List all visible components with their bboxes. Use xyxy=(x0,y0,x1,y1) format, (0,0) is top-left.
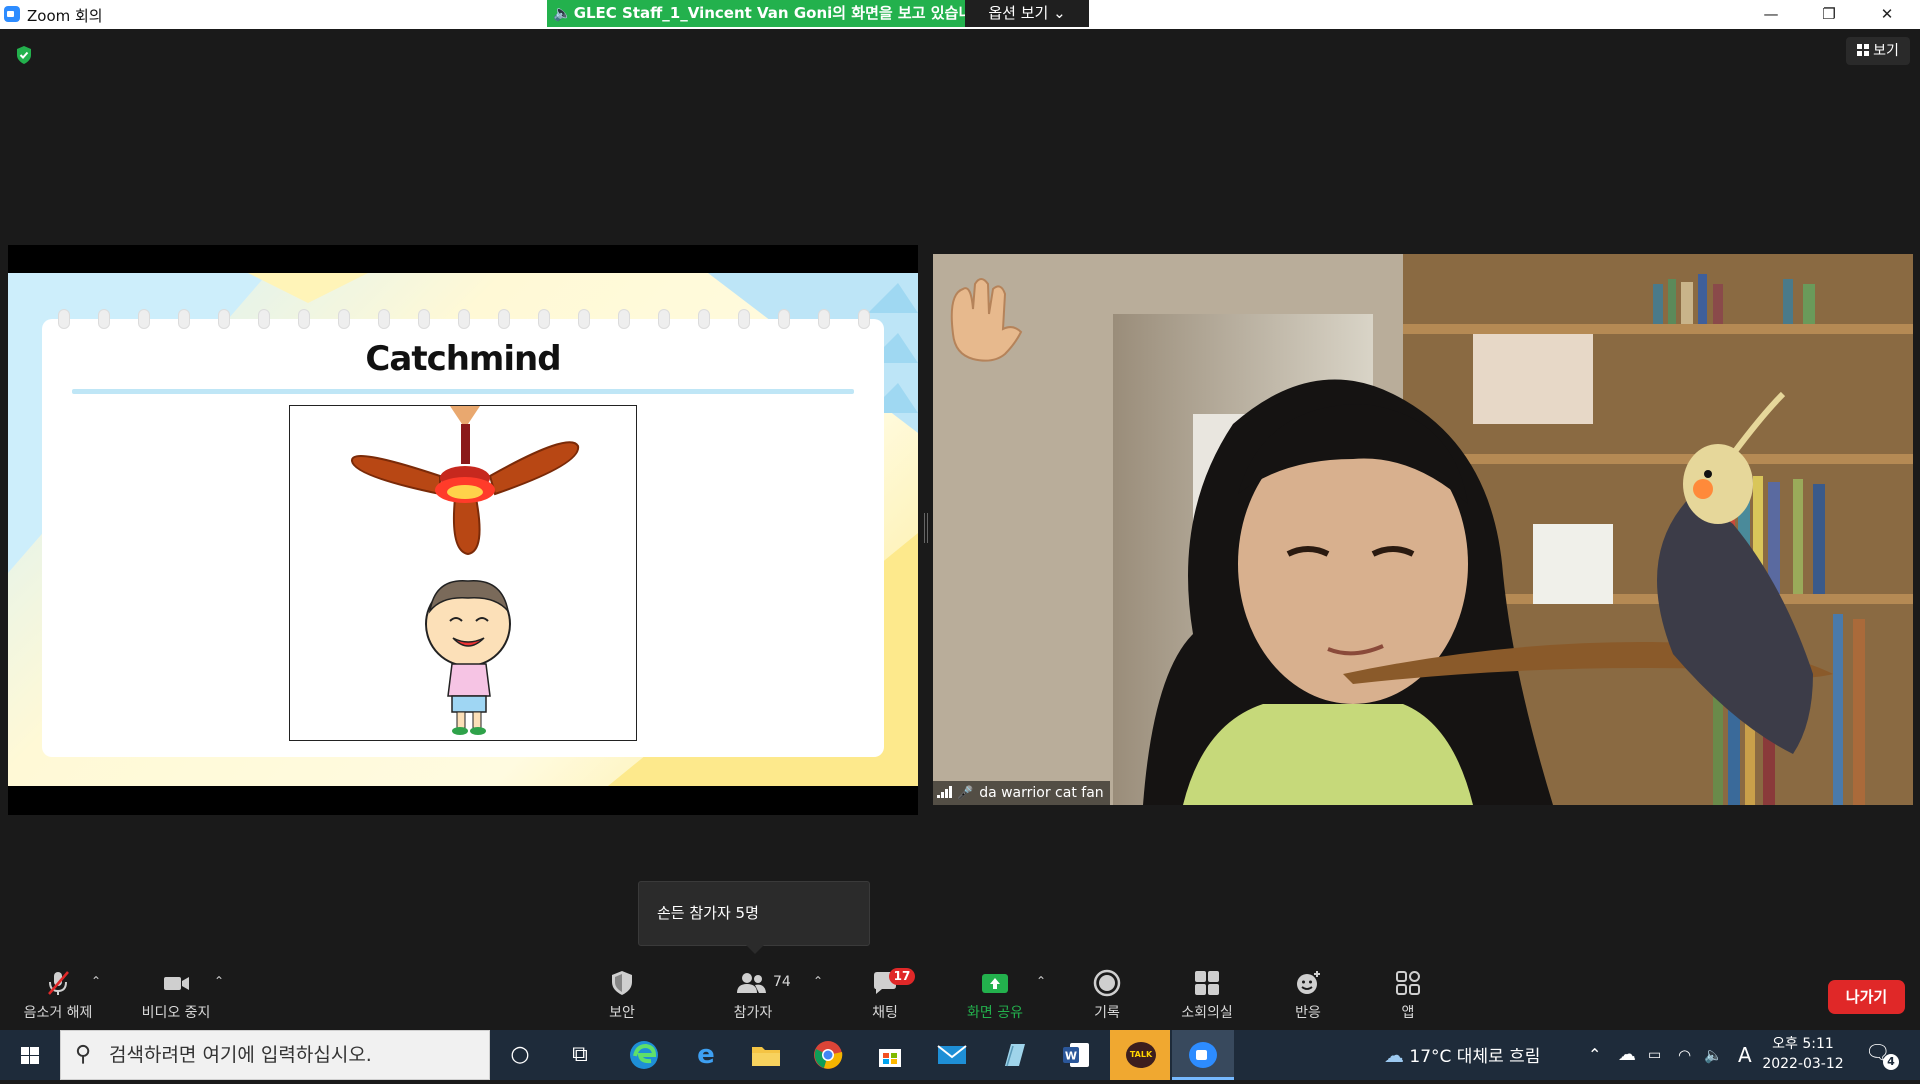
ceiling-fan-and-boy-illustration xyxy=(351,406,580,735)
internet-explorer-icon[interactable]: e xyxy=(682,1037,730,1073)
leave-meeting-button[interactable]: 나가기 xyxy=(1828,980,1905,1014)
restore-button[interactable]: ❐ xyxy=(1800,0,1858,29)
signal-strength-icon xyxy=(937,786,953,798)
participants-button[interactable]: 74 참가자 xyxy=(713,968,793,1024)
action-center-icon[interactable]: 🗨 4 xyxy=(1865,1040,1899,1070)
file-explorer-icon[interactable] xyxy=(742,1037,790,1073)
unmute-label: 음소거 해제 xyxy=(23,1005,93,1021)
muted-mic-icon: 🎤 xyxy=(957,786,974,801)
weather-widget[interactable]: ☁ 17°C 대체로 흐림 xyxy=(1384,1030,1540,1080)
record-label: 기록 xyxy=(1094,1005,1120,1021)
view-options-button[interactable]: 옵션 보기 ⌄ xyxy=(965,0,1089,27)
zoom-logo-icon xyxy=(4,6,20,22)
participants-options-caret[interactable]: ⌃ xyxy=(813,974,823,988)
clock-time: 오후 5:11 xyxy=(1772,1036,1834,1052)
stop-video-button[interactable]: 비디오 중지 xyxy=(128,968,224,1024)
chrome-icon[interactable] xyxy=(804,1037,852,1073)
cloudy-weather-icon: ☁ xyxy=(1384,1043,1404,1067)
weather-text: 17°C 대체로 흐림 xyxy=(1409,1047,1541,1067)
security-shield-icon xyxy=(612,971,632,995)
kakaotalk-icon[interactable]: TALK xyxy=(1110,1030,1170,1080)
search-placeholder: 검색하려면 여기에 입력하십시오. xyxy=(109,1044,372,1066)
chat-button[interactable]: 17 채팅 xyxy=(845,968,925,1024)
participant-name: da warrior cat fan xyxy=(979,785,1104,801)
apps-button[interactable]: 앱 xyxy=(1368,968,1448,1024)
share-screen-button[interactable]: 화면 공유 xyxy=(955,968,1035,1024)
microsoft-store-icon[interactable] xyxy=(866,1037,914,1073)
presentation-slide: Catchmind xyxy=(8,273,918,786)
encryption-shield-icon[interactable] xyxy=(15,45,33,65)
taskbar-clock[interactable]: 오후 5:11 2022-03-12 xyxy=(1760,1034,1846,1074)
chat-unread-badge: 17 xyxy=(889,968,915,985)
taskbar-search-box[interactable]: ⚲ 검색하려면 여기에 입력하십시오. xyxy=(60,1030,490,1080)
cortana-icon[interactable]: ○ xyxy=(496,1037,544,1073)
participants-count: 74 xyxy=(773,974,791,990)
participant-video-tile: 🎤 da warrior cat fan xyxy=(933,254,1913,805)
speaker-icon: 🔈 xyxy=(553,4,572,22)
svg-text:W: W xyxy=(1065,1050,1077,1063)
participant-name-tag: 🎤 da warrior cat fan xyxy=(933,781,1110,805)
shared-screen: Catchmind xyxy=(8,245,918,815)
clock-date: 2022-03-12 xyxy=(1762,1056,1844,1072)
meeting-toolbar: 음소거 해제 ⌃ 비디오 중지 ⌃ 보안 74 참가자 ⌃ 17 채팅 화면 공… xyxy=(0,960,1920,1030)
reactions-label: 반응 xyxy=(1295,1005,1321,1021)
audio-options-caret[interactable]: ⌃ xyxy=(91,974,101,988)
window-title: Zoom 회의 xyxy=(27,7,103,25)
edge-browser-icon[interactable] xyxy=(620,1037,668,1073)
slide-title: Catchmind xyxy=(365,339,561,379)
record-icon xyxy=(1093,969,1121,997)
view-button-label: 보기 xyxy=(1873,43,1899,59)
share-options-caret[interactable]: ⌃ xyxy=(1036,974,1046,988)
title-bar: Zoom 회의 🔈 GLEC Staff_1_Vincent Van Goni의 … xyxy=(0,0,1920,29)
share-screen-label: 화면 공유 xyxy=(967,1005,1023,1021)
notes-app-icon[interactable] xyxy=(990,1037,1038,1073)
stop-video-label: 비디오 중지 xyxy=(141,1005,211,1021)
notification-count: 4 xyxy=(1883,1054,1899,1070)
volume-icon[interactable]: 🔈 xyxy=(1704,1030,1723,1080)
windows-start-icon[interactable] xyxy=(10,1042,50,1070)
panel-splitter-handle[interactable] xyxy=(924,513,928,543)
title-underline xyxy=(72,389,854,394)
breakout-rooms-icon xyxy=(1195,971,1219,995)
video-camera-icon xyxy=(164,977,189,990)
word-icon[interactable]: W xyxy=(1052,1037,1100,1073)
apps-icon xyxy=(1396,971,1420,995)
screen-share-banner: 🔈 GLEC Staff_1_Vincent Van Goni의 화면을 보고 있… xyxy=(547,0,965,27)
security-label: 보안 xyxy=(609,1005,635,1021)
video-options-caret[interactable]: ⌃ xyxy=(214,974,224,988)
reactions-button[interactable]: 반응 xyxy=(1268,968,1348,1024)
record-button[interactable]: 기록 xyxy=(1067,968,1147,1024)
chat-label: 채팅 xyxy=(872,1005,898,1021)
raised-hands-tooltip: 손든 참가자 5명 xyxy=(638,881,870,954)
gallery-grid-icon xyxy=(1857,44,1870,56)
onedrive-cloud-icon[interactable]: ☁ xyxy=(1618,1030,1636,1080)
breakout-rooms-button[interactable]: 소회의실 xyxy=(1167,968,1247,1024)
windows-taskbar: ⚲ 검색하려면 여기에 입력하십시오. ○ ⧉ e W TALK ☁ 17°C … xyxy=(0,1030,1920,1080)
tooltip-text: 손든 참가자 5명 xyxy=(657,904,759,922)
search-icon: ⚲ xyxy=(75,1042,92,1067)
apps-label: 앱 xyxy=(1401,1005,1415,1021)
show-hidden-icons-chevron[interactable]: ⌃ xyxy=(1588,1030,1601,1080)
participant-video-feed xyxy=(933,254,1913,805)
participants-icon xyxy=(737,973,766,993)
share-screen-icon xyxy=(982,974,1008,993)
mic-muted-icon xyxy=(48,971,69,995)
zoom-taskbar-icon[interactable] xyxy=(1172,1030,1234,1080)
share-banner-text: GLEC Staff_1_Vincent Van Goni의 화면을 보고 있습… xyxy=(573,4,965,22)
wifi-icon[interactable]: ◠ xyxy=(1678,1030,1691,1080)
close-button[interactable]: ✕ xyxy=(1858,0,1916,29)
view-button[interactable]: 보기 xyxy=(1846,37,1910,65)
task-view-icon[interactable]: ⧉ xyxy=(556,1037,604,1073)
mail-icon[interactable] xyxy=(928,1037,976,1073)
breakout-rooms-label: 소회의실 xyxy=(1181,1005,1233,1021)
ime-indicator[interactable]: A xyxy=(1738,1030,1752,1080)
reactions-smiley-icon xyxy=(1297,971,1320,994)
participants-label: 참가자 xyxy=(733,1005,773,1021)
quiz-picture xyxy=(289,405,637,741)
notebook-rings xyxy=(58,309,878,329)
battery-icon[interactable]: ▭ xyxy=(1648,1030,1661,1080)
security-button[interactable]: 보안 xyxy=(582,968,662,1024)
minimize-button[interactable]: — xyxy=(1742,0,1800,29)
